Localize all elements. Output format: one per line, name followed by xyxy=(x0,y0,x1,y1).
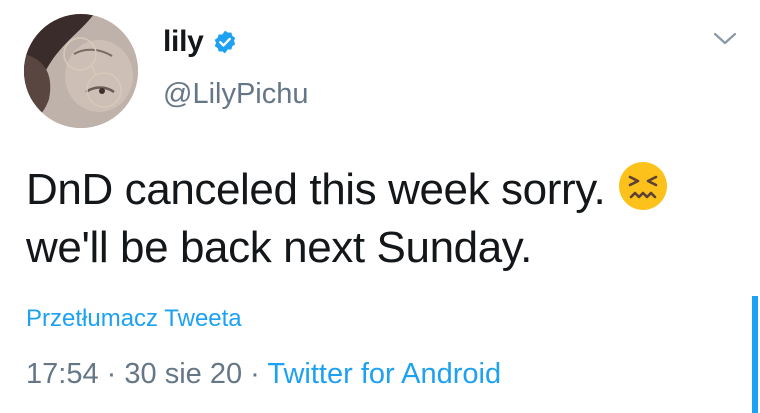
author-name-row[interactable]: lily xyxy=(163,22,238,62)
verified-badge-icon xyxy=(212,29,238,55)
meta-separator: · xyxy=(250,358,260,390)
tweet-text-line-2: we'll be back next Sunday. xyxy=(26,223,532,272)
tweet-text-line-1: DnD canceled this week sorry. xyxy=(26,165,606,214)
confounded-face-icon xyxy=(617,160,669,212)
tweet-text-line: we'll be back next Sunday. xyxy=(26,219,726,277)
avatar-image xyxy=(24,14,138,128)
tweet-date[interactable]: 30 sie 20 xyxy=(124,358,242,390)
tweet-text-line: DnD canceled this week sorry. xyxy=(26,160,726,219)
tweet-card: lily @LilyPichu DnD canceled this week s… xyxy=(0,0,760,413)
tweet-source-link[interactable]: Twitter for Android xyxy=(267,358,501,390)
chevron-down-icon[interactable] xyxy=(712,29,738,49)
translate-tweet-link[interactable]: Przetłumacz Tweeta xyxy=(26,305,242,333)
meta-separator: · xyxy=(106,358,117,390)
user-handle[interactable]: @LilyPichu xyxy=(163,78,309,111)
avatar[interactable] xyxy=(24,14,138,128)
tweet-time[interactable]: 17:54 xyxy=(26,358,99,390)
tweet-meta: 17:54 · 30 sie 20 · Twitter for Android xyxy=(26,358,501,391)
scrollbar[interactable] xyxy=(752,296,758,413)
display-name[interactable]: lily xyxy=(163,25,204,59)
tweet-text: DnD canceled this week sorry. we'll be b… xyxy=(26,160,726,277)
